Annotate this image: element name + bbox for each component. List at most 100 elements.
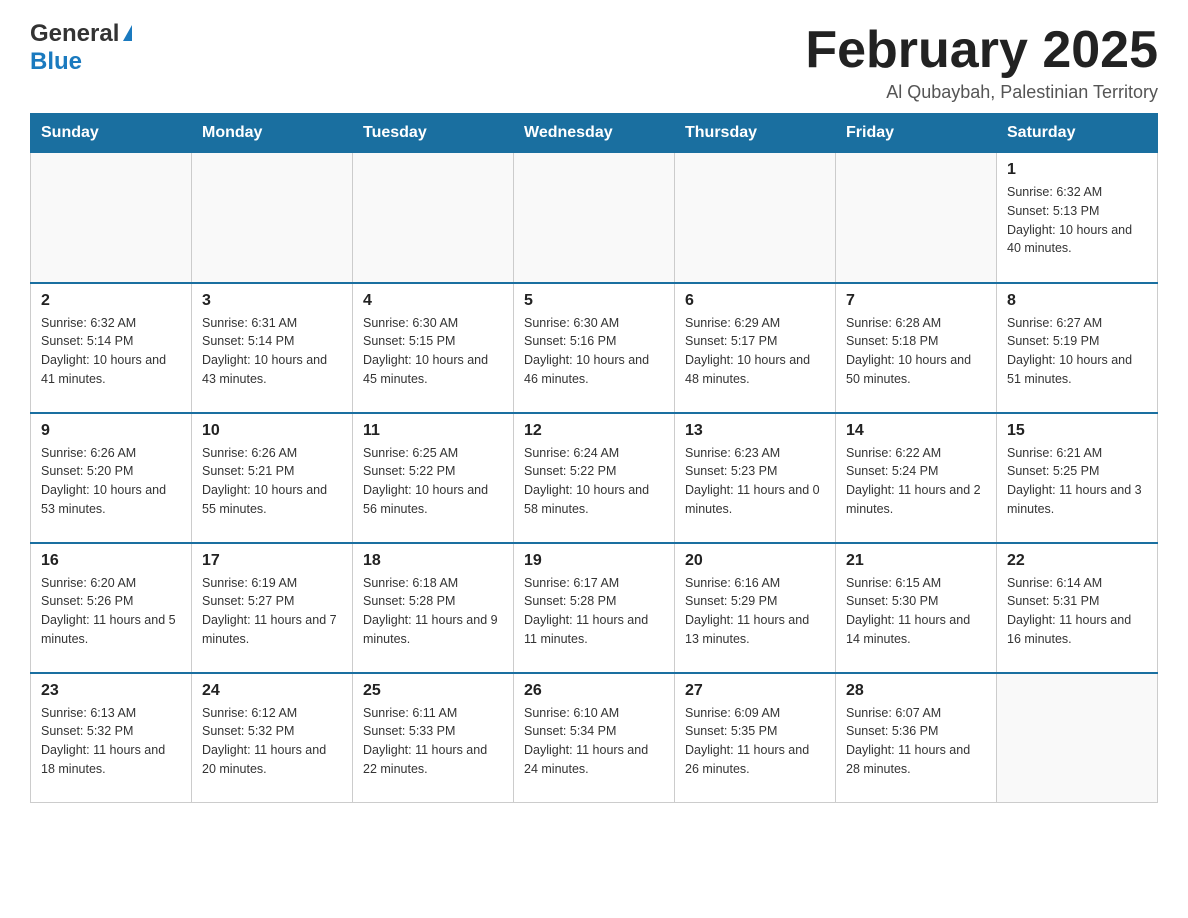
day-info: Sunrise: 6:20 AMSunset: 5:26 PMDaylight:… <box>41 574 181 649</box>
calendar-week-5: 23 Sunrise: 6:13 AMSunset: 5:32 PMDayligh… <box>31 673 1158 803</box>
calendar-cell: 19 Sunrise: 6:17 AMSunset: 5:28 PMDayligh… <box>514 543 675 673</box>
day-info: Sunrise: 6:30 AMSunset: 5:16 PMDaylight:… <box>524 314 664 389</box>
day-info: Sunrise: 6:30 AMSunset: 5:15 PMDaylight:… <box>363 314 503 389</box>
day-info: Sunrise: 6:25 AMSunset: 5:22 PMDaylight:… <box>363 444 503 519</box>
col-header-saturday: Saturday <box>997 114 1158 153</box>
calendar-cell <box>31 153 192 283</box>
calendar-cell: 8 Sunrise: 6:27 AMSunset: 5:19 PMDaylight… <box>997 283 1158 413</box>
day-number: 10 <box>202 422 342 440</box>
day-number: 24 <box>202 682 342 700</box>
calendar-cell: 27Sunrise: 6:09 AMSunset: 5:35 PMDayligh… <box>675 673 836 803</box>
day-number: 8 <box>1007 292 1147 310</box>
title-area: February 2025 Al Qubaybah, Palestinian T… <box>805 20 1158 103</box>
calendar-cell <box>675 153 836 283</box>
calendar-cell: 18 Sunrise: 6:18 AMSunset: 5:28 PMDayligh… <box>353 543 514 673</box>
calendar-week-3: 9 Sunrise: 6:26 AMSunset: 5:20 PMDaylight… <box>31 413 1158 543</box>
calendar-header-row: SundayMondayTuesdayWednesdayThursdayFrid… <box>31 114 1158 153</box>
calendar-cell: 26 Sunrise: 6:10 AMSunset: 5:34 PMDayligh… <box>514 673 675 803</box>
calendar-week-1: 1 Sunrise: 6:32 AMSunset: 5:13 PMDaylight… <box>31 153 1158 283</box>
col-header-monday: Monday <box>192 114 353 153</box>
day-info: Sunrise: 6:27 AMSunset: 5:19 PMDaylight:… <box>1007 314 1147 389</box>
day-info: Sunrise: 6:19 AMSunset: 5:27 PMDaylight:… <box>202 574 342 649</box>
calendar-cell <box>192 153 353 283</box>
calendar-cell: 6 Sunrise: 6:29 AMSunset: 5:17 PMDaylight… <box>675 283 836 413</box>
day-number: 4 <box>363 292 503 310</box>
day-number: 19 <box>524 552 664 570</box>
calendar-cell: 17 Sunrise: 6:19 AMSunset: 5:27 PMDayligh… <box>192 543 353 673</box>
calendar-week-4: 16 Sunrise: 6:20 AMSunset: 5:26 PMDayligh… <box>31 543 1158 673</box>
day-info: Sunrise: 6:13 AMSunset: 5:32 PMDaylight:… <box>41 704 181 779</box>
day-number: 1 <box>1007 161 1147 179</box>
day-info: Sunrise: 6:07 AMSunset: 5:36 PMDaylight:… <box>846 704 986 779</box>
day-info: Sunrise: 6:29 AMSunset: 5:17 PMDaylight:… <box>685 314 825 389</box>
day-info: Sunrise: 6:17 AMSunset: 5:28 PMDaylight:… <box>524 574 664 649</box>
calendar-cell: 5 Sunrise: 6:30 AMSunset: 5:16 PMDaylight… <box>514 283 675 413</box>
calendar-cell: 13Sunrise: 6:23 AMSunset: 5:23 PMDayligh… <box>675 413 836 543</box>
col-header-sunday: Sunday <box>31 114 192 153</box>
logo-triangle-icon <box>123 25 132 41</box>
calendar-cell: 2Sunrise: 6:32 AMSunset: 5:14 PMDaylight… <box>31 283 192 413</box>
page-header: General Blue February 2025 Al Qubaybah, … <box>30 20 1158 103</box>
day-info: Sunrise: 6:11 AMSunset: 5:33 PMDaylight:… <box>363 704 503 779</box>
day-number: 7 <box>846 292 986 310</box>
calendar-cell: 22 Sunrise: 6:14 AMSunset: 5:31 PMDayligh… <box>997 543 1158 673</box>
day-number: 23 <box>41 682 181 700</box>
col-header-thursday: Thursday <box>675 114 836 153</box>
day-number: 9 <box>41 422 181 440</box>
calendar-cell: 12 Sunrise: 6:24 AMSunset: 5:22 PMDayligh… <box>514 413 675 543</box>
day-info: Sunrise: 6:14 AMSunset: 5:31 PMDaylight:… <box>1007 574 1147 649</box>
calendar-cell: 21 Sunrise: 6:15 AMSunset: 5:30 PMDayligh… <box>836 543 997 673</box>
calendar-cell: 1 Sunrise: 6:32 AMSunset: 5:13 PMDaylight… <box>997 153 1158 283</box>
day-info: Sunrise: 6:21 AMSunset: 5:25 PMDaylight:… <box>1007 444 1147 519</box>
col-header-friday: Friday <box>836 114 997 153</box>
day-number: 27 <box>685 682 825 700</box>
day-number: 22 <box>1007 552 1147 570</box>
calendar-table: SundayMondayTuesdayWednesdayThursdayFrid… <box>30 113 1158 803</box>
calendar-cell: 25 Sunrise: 6:11 AMSunset: 5:33 PMDayligh… <box>353 673 514 803</box>
month-title: February 2025 <box>805 20 1158 80</box>
day-number: 26 <box>524 682 664 700</box>
calendar-cell: 20 Sunrise: 6:16 AMSunset: 5:29 PMDayligh… <box>675 543 836 673</box>
day-number: 6 <box>685 292 825 310</box>
day-info: Sunrise: 6:22 AMSunset: 5:24 PMDaylight:… <box>846 444 986 519</box>
calendar-cell: 24 Sunrise: 6:12 AMSunset: 5:32 PMDayligh… <box>192 673 353 803</box>
day-info: Sunrise: 6:23 AMSunset: 5:23 PMDaylight:… <box>685 444 825 519</box>
day-number: 15 <box>1007 422 1147 440</box>
day-number: 18 <box>363 552 503 570</box>
day-info: Sunrise: 6:24 AMSunset: 5:22 PMDaylight:… <box>524 444 664 519</box>
logo-blue-text: Blue <box>30 48 82 75</box>
calendar-cell <box>997 673 1158 803</box>
day-info: Sunrise: 6:28 AMSunset: 5:18 PMDaylight:… <box>846 314 986 389</box>
day-number: 20 <box>685 552 825 570</box>
day-number: 21 <box>846 552 986 570</box>
logo: General Blue <box>30 20 132 76</box>
day-number: 17 <box>202 552 342 570</box>
day-number: 12 <box>524 422 664 440</box>
calendar-cell: 9 Sunrise: 6:26 AMSunset: 5:20 PMDaylight… <box>31 413 192 543</box>
calendar-cell: 28Sunrise: 6:07 AMSunset: 5:36 PMDayligh… <box>836 673 997 803</box>
calendar-cell: 15 Sunrise: 6:21 AMSunset: 5:25 PMDayligh… <box>997 413 1158 543</box>
day-info: Sunrise: 6:12 AMSunset: 5:32 PMDaylight:… <box>202 704 342 779</box>
day-info: Sunrise: 6:26 AMSunset: 5:20 PMDaylight:… <box>41 444 181 519</box>
day-info: Sunrise: 6:26 AMSunset: 5:21 PMDaylight:… <box>202 444 342 519</box>
day-info: Sunrise: 6:10 AMSunset: 5:34 PMDaylight:… <box>524 704 664 779</box>
day-info: Sunrise: 6:16 AMSunset: 5:29 PMDaylight:… <box>685 574 825 649</box>
day-number: 14 <box>846 422 986 440</box>
location-subtitle: Al Qubaybah, Palestinian Territory <box>805 82 1158 103</box>
calendar-cell <box>514 153 675 283</box>
day-number: 16 <box>41 552 181 570</box>
day-info: Sunrise: 6:32 AMSunset: 5:13 PMDaylight:… <box>1007 183 1147 258</box>
calendar-cell: 10 Sunrise: 6:26 AMSunset: 5:21 PMDayligh… <box>192 413 353 543</box>
calendar-cell: 16 Sunrise: 6:20 AMSunset: 5:26 PMDayligh… <box>31 543 192 673</box>
calendar-cell: 23 Sunrise: 6:13 AMSunset: 5:32 PMDayligh… <box>31 673 192 803</box>
day-number: 25 <box>363 682 503 700</box>
day-info: Sunrise: 6:15 AMSunset: 5:30 PMDaylight:… <box>846 574 986 649</box>
calendar-cell: 3Sunrise: 6:31 AMSunset: 5:14 PMDaylight… <box>192 283 353 413</box>
day-number: 5 <box>524 292 664 310</box>
calendar-week-2: 2Sunrise: 6:32 AMSunset: 5:14 PMDaylight… <box>31 283 1158 413</box>
day-info: Sunrise: 6:32 AMSunset: 5:14 PMDaylight:… <box>41 314 181 389</box>
col-header-tuesday: Tuesday <box>353 114 514 153</box>
day-info: Sunrise: 6:18 AMSunset: 5:28 PMDaylight:… <box>363 574 503 649</box>
day-number: 3 <box>202 292 342 310</box>
calendar-cell <box>836 153 997 283</box>
